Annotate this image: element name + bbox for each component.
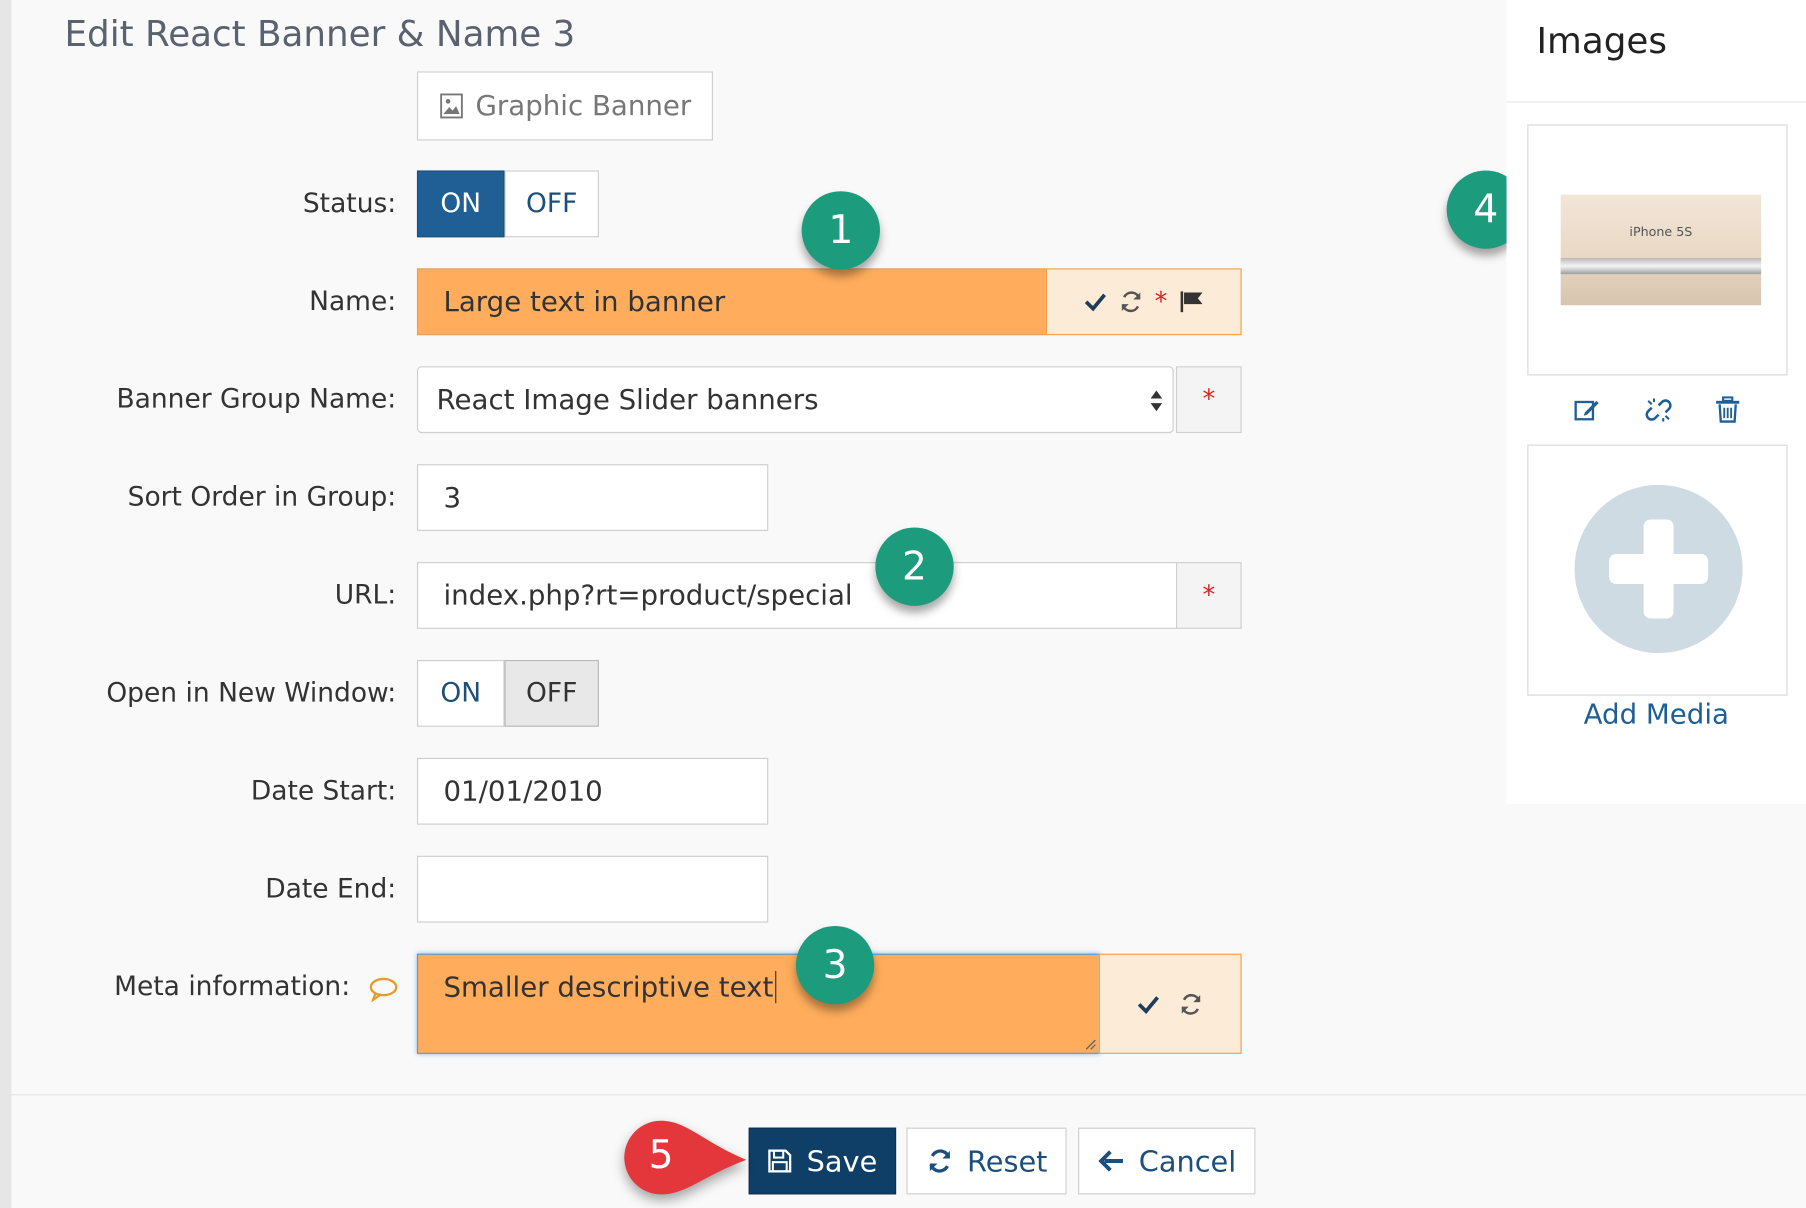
meta-addon [1098,953,1242,1054]
name-addon: * [1045,268,1242,336]
meta-textarea[interactable]: Smaller descriptive text [416,953,1100,1054]
reset-button[interactable]: Reset [906,1127,1067,1195]
status-toggle[interactable]: ON OFF [416,170,599,238]
edit-icon[interactable] [1573,396,1601,424]
name-label: Name: [309,286,397,317]
plus-circle-icon [1574,484,1743,654]
image-thumbnail: iPhone 5S [1560,194,1762,306]
date-start-label: Date Start: [250,776,397,807]
image-icon [439,93,464,119]
form-footer: Save Reset Cancel 5 [11,1094,1806,1208]
required-marker: * [1202,581,1216,610]
refresh-icon [926,1147,954,1175]
reset-label: Reset [967,1144,1048,1178]
name-input[interactable]: Large text in banner [416,268,1047,336]
floppy-disk-icon [767,1148,792,1173]
banner-group-value: React Image Slider banners [436,383,819,416]
resize-handle-icon[interactable] [1083,1037,1097,1051]
comment-icon[interactable] [369,977,399,1003]
banner-group-select[interactable]: React Image Slider banners [416,366,1174,434]
select-arrows-icon [1149,387,1163,415]
callout-5: 5 [620,1116,749,1199]
page-title: Edit React Banner & Name 3 [64,13,576,56]
unlink-icon[interactable] [1645,396,1673,424]
banner-group-label: Banner Group Name: [116,384,397,415]
phone-graphic [1560,258,1762,275]
trash-icon[interactable] [1715,396,1740,424]
callout-2: 2 [875,527,954,606]
url-input[interactable]: index.php?rt=product/special [416,562,1178,629]
callout-5-number: 5 [648,1132,674,1179]
flag-icon[interactable] [1179,290,1204,313]
save-button[interactable]: Save [748,1127,897,1195]
add-media-box[interactable] [1527,444,1788,696]
form-panel: Edit React Banner & Name 3 Graphic Banne… [11,0,1525,1095]
arrow-left-icon [1097,1148,1125,1173]
callout-1: 1 [801,191,880,270]
left-edge [0,0,12,1208]
status-on-button[interactable]: ON [416,170,505,238]
sort-order-label: Sort Order in Group: [127,482,397,513]
refresh-icon[interactable] [1118,289,1143,314]
status-off-button[interactable]: OFF [504,170,599,238]
new-window-on-button[interactable]: ON [416,659,505,727]
save-label: Save [806,1144,878,1178]
edit-banner-page: Edit React Banner & Name 3 Graphic Banne… [0,0,1806,1208]
required-marker: * [1154,287,1168,317]
date-start-input[interactable]: 01/01/2010 [416,757,769,825]
date-end-input[interactable] [416,855,769,923]
url-required: * [1175,562,1242,629]
callout-3: 3 [795,926,875,1005]
required-marker: * [1202,385,1216,415]
refresh-icon[interactable] [1178,991,1203,1016]
meta-value: Smaller descriptive text [443,970,774,1004]
new-window-off-button[interactable]: OFF [504,659,599,727]
thumbnail-text: iPhone 5S [1629,224,1693,240]
sort-order-input[interactable]: 3 [416,464,769,531]
new-window-label: Open in New Window: [106,678,397,709]
text-cursor [775,970,777,1004]
cancel-label: Cancel [1138,1144,1237,1178]
new-window-toggle[interactable]: ON OFF [416,659,599,727]
url-label: URL: [334,580,397,611]
images-title: Images [1536,20,1667,63]
graphic-banner-label: Graphic Banner [475,89,692,123]
add-media-label[interactable]: Add Media [1507,698,1806,730]
image-thumbnail-box[interactable]: iPhone 5S [1527,124,1788,376]
check-icon[interactable] [1137,993,1160,1014]
images-panel: Images iPhone 5S Add Media [1506,0,1806,804]
cancel-button[interactable]: Cancel [1078,1127,1256,1195]
graphic-banner-button[interactable]: Graphic Banner [416,71,713,141]
check-icon[interactable] [1083,291,1106,312]
banner-group-required: * [1175,366,1242,434]
meta-label: Meta information: [114,972,351,1003]
date-end-label: Date End: [265,874,397,905]
status-label: Status: [302,188,397,219]
divider [1506,101,1806,103]
